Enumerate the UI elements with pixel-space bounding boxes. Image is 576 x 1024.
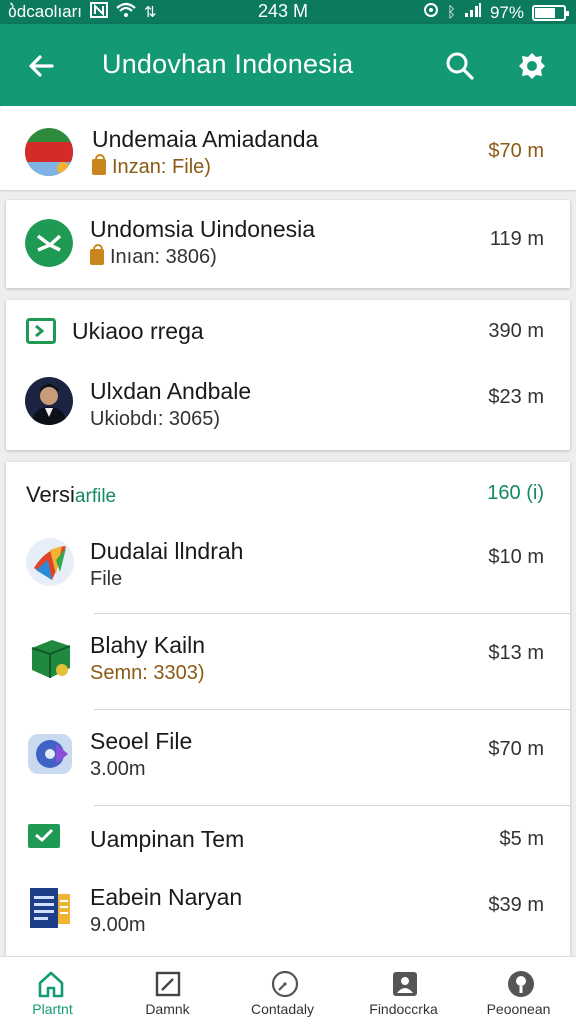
item-subtitle: File — [90, 568, 123, 590]
wifi-icon — [116, 2, 136, 23]
carrier-label: ბdcaolıarı — [8, 2, 83, 21]
item-value: 390 m — [488, 320, 544, 342]
lock-icon — [92, 154, 106, 175]
green-square-arrow-icon — [26, 318, 56, 344]
item-title: Undemaia Amiadanda — [92, 126, 319, 152]
list-item[interactable]: Undemaia Amiadanda Inzan: File) $70 m — [0, 106, 576, 190]
bottom-navigation: Plartnt Damnk Contadaly Findoccrka Peoon… — [0, 956, 576, 1024]
status-time: 243 M — [258, 1, 309, 21]
list-card-3: Ukiaoo rrega 390 m Ulxdan Andbale Ukiobd… — [6, 300, 570, 450]
badge-icon[interactable] — [512, 46, 552, 86]
nav-label: Plartnt — [32, 1001, 73, 1017]
list-item[interactable]: Blahy Kailn Semn: 3303) $13 m — [6, 614, 570, 710]
colorful-app-icon — [26, 538, 74, 586]
bluetooth-icon: ᛒ — [446, 4, 456, 21]
section-title: Versiarfile — [26, 482, 117, 507]
section-header: Versiarfile 160 (i) — [6, 462, 570, 524]
nav-findoccrka[interactable]: Findoccrka — [346, 957, 461, 1024]
nfc-icon — [90, 2, 109, 22]
nav-label: Damnk — [145, 1001, 190, 1017]
item-value: 119 m — [489, 228, 544, 250]
nav-label: Contadaly — [250, 1001, 315, 1017]
item-subtitle: Inzan: File) — [92, 154, 211, 179]
search-icon[interactable] — [440, 46, 480, 86]
item-title: Seoel File — [90, 728, 193, 754]
nav-peoonean[interactable]: Peoonean — [461, 957, 576, 1024]
status-bar: ბdcaolıarı ⇅ 243 M ᛒ 97% — [0, 0, 576, 24]
nav-damnk[interactable]: Damnk — [110, 957, 225, 1024]
list-item[interactable]: Eabein Naryan 9.00m $39 m — [6, 868, 570, 956]
item-title: Blahy Kailn — [90, 632, 206, 658]
item-title: Uampinan Tem — [90, 826, 245, 852]
item-value: $39 m — [488, 894, 544, 916]
section-count: 160 (i) — [487, 482, 544, 504]
item-subtitle: Inıan: 3806) — [90, 244, 217, 269]
nav-contadaly[interactable]: Contadaly — [225, 957, 340, 1024]
list-card-1: Undemaia Amiadanda Inzan: File) $70 m — [0, 106, 576, 190]
signal-percent: 97% — [489, 2, 524, 22]
list-item[interactable]: Undomsia Uindonesia Inıan: 3806) 119 m — [6, 200, 570, 288]
flag-avatar-icon — [25, 128, 73, 176]
data-icon: ⇅ — [144, 4, 157, 21]
item-subtitle: Ukiobdı: 3065) — [90, 408, 221, 430]
home-icon — [36, 969, 66, 999]
item-value: $13 m — [488, 642, 544, 664]
page-title: Undovhan Indonesia — [102, 49, 354, 79]
list-card-4: Versiarfile 160 (i) Dudalai llndrah File… — [6, 462, 570, 956]
app-bar: Undovhan Indonesia — [0, 24, 576, 106]
clock-icon — [270, 969, 300, 999]
list-item[interactable]: Ulxdan Andbale Ukiobdı: 3065) $23 m — [6, 362, 570, 450]
item-subtitle: 3.00m — [90, 758, 146, 780]
edit-square-icon — [153, 969, 183, 999]
green-check-icon — [28, 824, 60, 848]
lock-icon — [90, 244, 104, 265]
item-subtitle: 9.00m — [90, 914, 146, 936]
item-value: $23 m — [488, 386, 544, 408]
green-circle-arrow-icon — [25, 219, 73, 267]
nav-label: Peoonean — [486, 1001, 551, 1017]
item-value: $70 m — [488, 140, 544, 162]
blue-disc-icon — [26, 730, 74, 778]
arrow-back-icon[interactable] — [22, 46, 62, 86]
info-circle-icon — [506, 969, 536, 999]
document-icon — [28, 886, 72, 930]
list-item[interactable]: Ukiaoo rrega 390 m — [6, 300, 570, 362]
item-title: Ukiaoo rrega — [72, 318, 204, 344]
item-value: $70 m — [488, 738, 544, 760]
list-item[interactable]: Dudalai llndrah File $10 m — [6, 524, 570, 614]
list-item[interactable]: Uampinan Tem $5 m — [6, 806, 570, 868]
nav-label: Findoccrka — [369, 1001, 438, 1017]
green-box-icon — [26, 634, 74, 682]
item-value: $10 m — [488, 546, 544, 568]
list-item[interactable]: Seoel File 3.00m $70 m — [6, 710, 570, 806]
item-title: Undomsia Uindonesia — [90, 216, 316, 242]
list-card-2: Undomsia Uindonesia Inıan: 3806) 119 m — [6, 200, 570, 288]
nav-home[interactable]: Plartnt — [0, 957, 115, 1024]
item-title: Ulxdan Andbale — [90, 378, 252, 404]
battery-icon — [532, 4, 569, 21]
location-icon — [423, 2, 439, 23]
item-title: Dudalai llndrah — [90, 538, 244, 564]
person-avatar-icon — [25, 377, 73, 425]
item-subtitle: Semn: 3303) — [90, 662, 205, 684]
contact-card-icon — [390, 969, 420, 999]
item-title: Eabein Naryan — [90, 884, 243, 910]
item-value: $5 m — [499, 828, 544, 850]
signal-icon — [464, 2, 482, 23]
